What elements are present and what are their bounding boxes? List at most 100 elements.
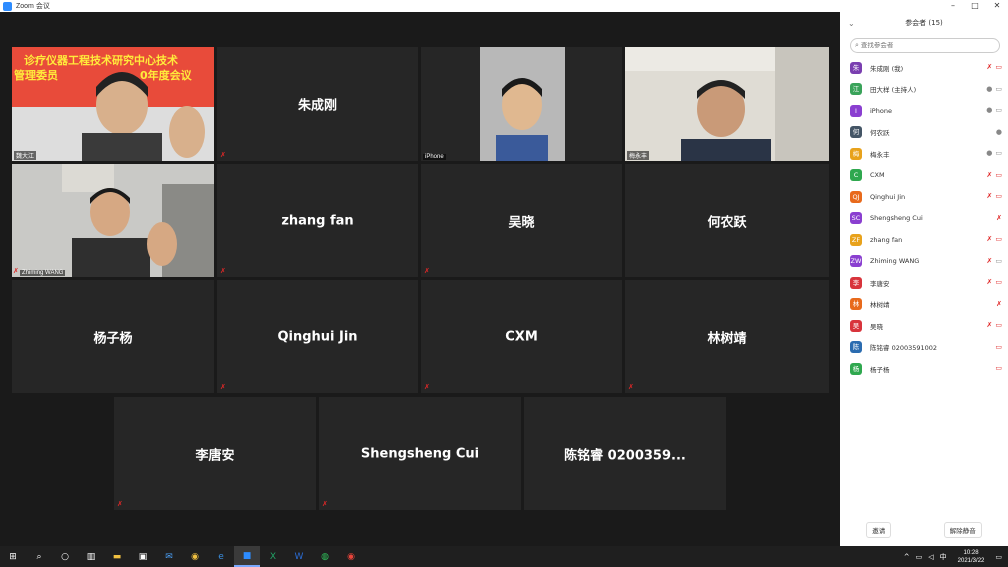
network-icon[interactable]: ▭ — [916, 553, 923, 561]
participant-row[interactable]: 何何农跃 ● — [840, 122, 1008, 144]
excel-icon[interactable]: X — [260, 546, 286, 567]
avatar: 林 — [850, 298, 862, 311]
window-titlebar: Zoom 会议 – □ ✕ — [0, 0, 1008, 12]
video-tile[interactable]: zhang fan ✗ — [217, 164, 418, 277]
mic-muted-icon[interactable]: ✗ — [996, 214, 1002, 222]
video-off-icon[interactable]: ▭ — [995, 343, 1002, 351]
mic-muted-icon[interactable]: ✗ — [987, 322, 993, 329]
participant-row[interactable]: QJ Qinghui Jin ✗ ▭ — [840, 186, 1008, 208]
video-tile[interactable]: CXM ✗ — [421, 280, 622, 393]
video-tile[interactable]: 朱成刚 ✗ — [217, 47, 418, 161]
video-off-icon[interactable]: ▭ — [995, 193, 1002, 200]
video-tile[interactable]: Shengsheng Cui ✗ — [319, 397, 521, 510]
participant-name: CXM — [505, 329, 538, 344]
video-tile[interactable]: iPhone — [421, 47, 622, 161]
video-off-icon[interactable]: ▭ — [995, 171, 1002, 179]
video-tile[interactable]: 杨子杨 — [12, 280, 214, 393]
participant-row[interactable]: 李李唐安 ✗ ▭ — [840, 272, 1008, 294]
mic-muted-icon[interactable]: ✗ — [987, 171, 993, 179]
chevron-up-icon[interactable]: ^ — [904, 553, 910, 561]
video-tile[interactable]: 何农跃 — [625, 164, 829, 277]
search-input[interactable] — [860, 42, 981, 49]
mic-muted-icon[interactable]: ✗ — [987, 193, 993, 200]
avatar: 吴 — [850, 319, 862, 332]
video-tile[interactable]: 诊疗仪器工程技术研究中心技术 管理委员 0年度会议 魏大江 — [12, 47, 214, 161]
mic-muted-icon[interactable]: ✗ — [987, 257, 993, 265]
video-off-icon[interactable]: ▭ — [995, 322, 1002, 329]
participant-name: 杨子杨 — [870, 365, 890, 374]
mail-icon[interactable]: ✉ — [156, 546, 182, 567]
mic-muted-icon[interactable]: ✗ — [987, 279, 993, 286]
store-icon[interactable]: ▣ — [130, 546, 156, 567]
zoom-icon[interactable]: ■ — [234, 546, 260, 567]
video-tile[interactable]: 李唐安 ✗ — [114, 397, 316, 510]
video-tile[interactable]: Qinghui Jin ✗ — [217, 280, 418, 393]
participant-row[interactable]: 朱朱成刚 (我) ✗ ▭ — [840, 57, 1008, 79]
participant-row[interactable]: 林林树靖 ✗ — [840, 294, 1008, 316]
file-explorer-icon[interactable]: ▬ — [104, 546, 130, 567]
video-off-icon[interactable]: ▭ — [995, 279, 1002, 286]
mic-icon[interactable]: ● — [986, 107, 992, 114]
search-icon[interactable]: ⌕ — [26, 546, 52, 567]
invite-button[interactable]: 邀请 — [866, 522, 892, 538]
video-off-icon[interactable]: ▭ — [995, 236, 1002, 243]
cortana-icon[interactable]: ○ — [52, 546, 78, 567]
clock[interactable]: 10:28 2021/3/22 — [958, 549, 985, 565]
video-off-icon[interactable]: ▭ — [995, 365, 1002, 372]
mic-icon[interactable]: ● — [986, 85, 992, 93]
participant-row[interactable]: 吴吴晓 ✗ ▭ — [840, 315, 1008, 337]
participant-row[interactable]: 江田大样 (主持人) ● ▭ — [840, 79, 1008, 101]
mic-icon[interactable]: ● — [986, 150, 992, 157]
volume-icon[interactable]: ◁ — [928, 553, 933, 561]
participant-row[interactable]: 杨杨子杨 ▭ — [840, 358, 1008, 380]
video-off-icon[interactable]: ▭ — [995, 64, 1002, 71]
mic-muted-icon[interactable]: ✗ — [987, 64, 993, 71]
notification-icon[interactable]: ▭ — [995, 553, 1002, 561]
participant-label: iPhone — [423, 154, 446, 160]
word-icon[interactable]: W — [286, 546, 312, 567]
close-button[interactable]: ✕ — [986, 0, 1008, 12]
participant-row[interactable]: C CXM ✗ ▭ — [840, 165, 1008, 187]
participant-search[interactable]: ⌕ — [850, 38, 1000, 53]
minimize-button[interactable]: – — [942, 0, 964, 12]
participant-name: 何农跃 — [707, 215, 747, 230]
video-icon[interactable]: ▭ — [995, 85, 1002, 93]
mic-muted-icon[interactable]: ✗ — [987, 236, 993, 243]
participant-row[interactable]: ZW Zhiming WANG ✗ ▭ — [840, 251, 1008, 273]
participant-video: 诊疗仪器工程技术研究中心技术 管理委员 0年度会议 — [12, 47, 214, 161]
participant-name: CXM — [870, 171, 885, 180]
video-icon[interactable]: ▭ — [995, 150, 1002, 157]
participant-name: 杨子杨 — [93, 331, 133, 346]
mic-icon[interactable]: ● — [996, 128, 1002, 136]
mic-muted-icon: ✗ — [322, 500, 328, 508]
task-view-icon[interactable]: ▥ — [78, 546, 104, 567]
mic-muted-icon[interactable]: ✗ — [996, 300, 1002, 308]
chrome-icon[interactable]: ◉ — [182, 546, 208, 567]
ime-icon[interactable]: 中 — [940, 552, 947, 562]
video-tile[interactable]: 林树靖 ✗ — [625, 280, 829, 393]
video-icon[interactable]: ▭ — [995, 107, 1002, 114]
participant-row[interactable]: IiPhone ● ▭ — [840, 100, 1008, 122]
banner-text: 管理委员 — [14, 69, 58, 82]
start-icon[interactable]: ⊞ — [0, 546, 26, 567]
participant-row[interactable]: SC Shengsheng Cui ✗ — [840, 208, 1008, 230]
participant-row[interactable]: 陈陈铭睿 02003591002 ▭ — [840, 337, 1008, 359]
participant-name: 朱成刚 — [297, 98, 337, 114]
participant-name: Shengsheng Cui — [870, 214, 923, 223]
participant-row[interactable]: 梅梅永丰 ● ▭ — [840, 143, 1008, 165]
avatar: I — [850, 104, 862, 117]
chevron-down-icon[interactable]: ⌄ — [848, 19, 855, 28]
video-tile[interactable]: 陈铭睿 0200359... — [524, 397, 726, 510]
video-tile-active-speaker[interactable]: 梅永丰 — [625, 47, 829, 161]
video-tile[interactable]: ✗ Zhiming WANG — [12, 164, 214, 277]
chrome2-icon[interactable]: ◉ — [338, 546, 364, 567]
unmute-all-button[interactable]: 解除静音 — [943, 522, 982, 538]
video-tile[interactable]: 吴晓 ✗ — [421, 164, 622, 277]
participant-name: Qinghui Jin — [870, 192, 906, 201]
video-icon[interactable]: ▭ — [995, 257, 1002, 265]
edge-icon[interactable]: e — [208, 546, 234, 567]
participant-row[interactable]: ZF zhang fan ✗ ▭ — [840, 229, 1008, 251]
wechat-icon[interactable]: ◍ — [312, 546, 338, 567]
maximize-button[interactable]: □ — [964, 0, 986, 12]
avatar: C — [850, 169, 862, 182]
